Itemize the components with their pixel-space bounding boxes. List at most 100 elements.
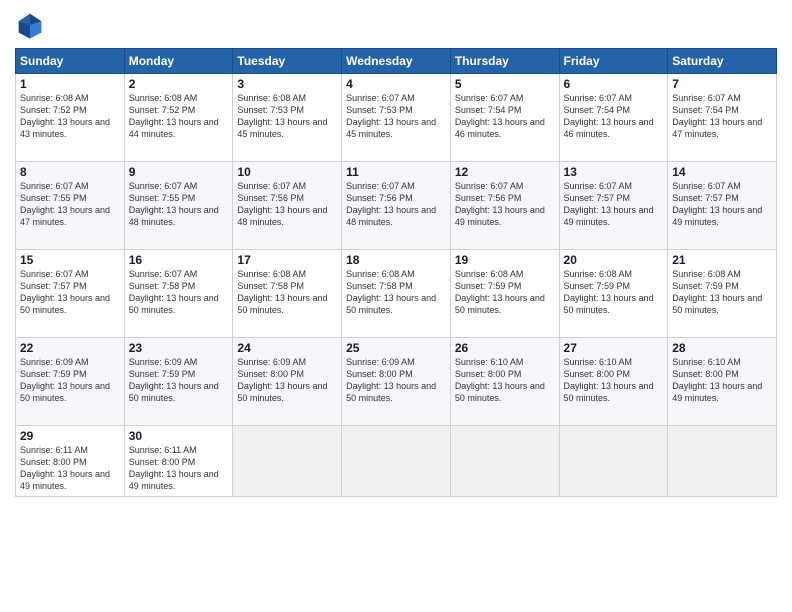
cell-info: Sunrise: 6:07 AMSunset: 7:56 PMDaylight:…: [455, 181, 545, 227]
cell-info: Sunrise: 6:09 AMSunset: 8:00 PMDaylight:…: [237, 357, 327, 403]
calendar-cell: 3 Sunrise: 6:08 AMSunset: 7:53 PMDayligh…: [233, 74, 342, 162]
weekday-header: Thursday: [450, 49, 559, 74]
calendar-cell: 16 Sunrise: 6:07 AMSunset: 7:58 PMDaylig…: [124, 250, 233, 338]
cell-info: Sunrise: 6:07 AMSunset: 7:56 PMDaylight:…: [346, 181, 436, 227]
calendar-cell: [668, 426, 777, 497]
day-number: 13: [564, 165, 664, 179]
calendar-week-row: 8 Sunrise: 6:07 AMSunset: 7:55 PMDayligh…: [16, 162, 777, 250]
day-number: 25: [346, 341, 446, 355]
calendar-cell: 13 Sunrise: 6:07 AMSunset: 7:57 PMDaylig…: [559, 162, 668, 250]
calendar-cell: 11 Sunrise: 6:07 AMSunset: 7:56 PMDaylig…: [342, 162, 451, 250]
calendar-cell: 14 Sunrise: 6:07 AMSunset: 7:57 PMDaylig…: [668, 162, 777, 250]
calendar-cell: 26 Sunrise: 6:10 AMSunset: 8:00 PMDaylig…: [450, 338, 559, 426]
calendar-table: SundayMondayTuesdayWednesdayThursdayFrid…: [15, 48, 777, 497]
day-number: 7: [672, 77, 772, 91]
cell-info: Sunrise: 6:07 AMSunset: 7:58 PMDaylight:…: [129, 269, 219, 315]
calendar-cell: 20 Sunrise: 6:08 AMSunset: 7:59 PMDaylig…: [559, 250, 668, 338]
day-number: 21: [672, 253, 772, 267]
day-number: 29: [20, 429, 120, 443]
cell-info: Sunrise: 6:07 AMSunset: 7:54 PMDaylight:…: [455, 93, 545, 139]
calendar-cell: 25 Sunrise: 6:09 AMSunset: 8:00 PMDaylig…: [342, 338, 451, 426]
cell-info: Sunrise: 6:08 AMSunset: 7:52 PMDaylight:…: [20, 93, 110, 139]
calendar-cell: 7 Sunrise: 6:07 AMSunset: 7:54 PMDayligh…: [668, 74, 777, 162]
day-number: 1: [20, 77, 120, 91]
calendar-cell: 27 Sunrise: 6:10 AMSunset: 8:00 PMDaylig…: [559, 338, 668, 426]
header: [15, 10, 777, 40]
day-number: 23: [129, 341, 229, 355]
cell-info: Sunrise: 6:09 AMSunset: 8:00 PMDaylight:…: [346, 357, 436, 403]
day-number: 5: [455, 77, 555, 91]
cell-info: Sunrise: 6:07 AMSunset: 7:57 PMDaylight:…: [564, 181, 654, 227]
cell-info: Sunrise: 6:08 AMSunset: 7:58 PMDaylight:…: [237, 269, 327, 315]
cell-info: Sunrise: 6:08 AMSunset: 7:59 PMDaylight:…: [564, 269, 654, 315]
page: SundayMondayTuesdayWednesdayThursdayFrid…: [0, 0, 792, 612]
day-number: 15: [20, 253, 120, 267]
logo: [15, 10, 49, 40]
day-number: 14: [672, 165, 772, 179]
calendar-cell: 19 Sunrise: 6:08 AMSunset: 7:59 PMDaylig…: [450, 250, 559, 338]
cell-info: Sunrise: 6:08 AMSunset: 7:58 PMDaylight:…: [346, 269, 436, 315]
cell-info: Sunrise: 6:07 AMSunset: 7:54 PMDaylight:…: [672, 93, 762, 139]
logo-icon: [15, 10, 45, 40]
cell-info: Sunrise: 6:07 AMSunset: 7:56 PMDaylight:…: [237, 181, 327, 227]
cell-info: Sunrise: 6:07 AMSunset: 7:55 PMDaylight:…: [20, 181, 110, 227]
day-number: 19: [455, 253, 555, 267]
cell-info: Sunrise: 6:08 AMSunset: 7:59 PMDaylight:…: [672, 269, 762, 315]
calendar-cell: [233, 426, 342, 497]
day-number: 24: [237, 341, 337, 355]
day-number: 18: [346, 253, 446, 267]
cell-info: Sunrise: 6:07 AMSunset: 7:53 PMDaylight:…: [346, 93, 436, 139]
calendar-cell: 17 Sunrise: 6:08 AMSunset: 7:58 PMDaylig…: [233, 250, 342, 338]
calendar-cell: 12 Sunrise: 6:07 AMSunset: 7:56 PMDaylig…: [450, 162, 559, 250]
weekday-header: Wednesday: [342, 49, 451, 74]
calendar-cell: 6 Sunrise: 6:07 AMSunset: 7:54 PMDayligh…: [559, 74, 668, 162]
weekday-header: Tuesday: [233, 49, 342, 74]
cell-info: Sunrise: 6:09 AMSunset: 7:59 PMDaylight:…: [20, 357, 110, 403]
calendar-cell: 21 Sunrise: 6:08 AMSunset: 7:59 PMDaylig…: [668, 250, 777, 338]
cell-info: Sunrise: 6:09 AMSunset: 7:59 PMDaylight:…: [129, 357, 219, 403]
day-number: 8: [20, 165, 120, 179]
day-number: 10: [237, 165, 337, 179]
calendar-cell: 30 Sunrise: 6:11 AMSunset: 8:00 PMDaylig…: [124, 426, 233, 497]
day-number: 4: [346, 77, 446, 91]
day-number: 16: [129, 253, 229, 267]
cell-info: Sunrise: 6:08 AMSunset: 7:59 PMDaylight:…: [455, 269, 545, 315]
calendar-cell: 22 Sunrise: 6:09 AMSunset: 7:59 PMDaylig…: [16, 338, 125, 426]
calendar-week-row: 29 Sunrise: 6:11 AMSunset: 8:00 PMDaylig…: [16, 426, 777, 497]
day-number: 12: [455, 165, 555, 179]
day-number: 22: [20, 341, 120, 355]
calendar-cell: 1 Sunrise: 6:08 AMSunset: 7:52 PMDayligh…: [16, 74, 125, 162]
weekday-header: Sunday: [16, 49, 125, 74]
calendar-cell: 10 Sunrise: 6:07 AMSunset: 7:56 PMDaylig…: [233, 162, 342, 250]
day-number: 20: [564, 253, 664, 267]
calendar-cell: 2 Sunrise: 6:08 AMSunset: 7:52 PMDayligh…: [124, 74, 233, 162]
calendar-cell: [559, 426, 668, 497]
day-number: 9: [129, 165, 229, 179]
calendar-header-row: SundayMondayTuesdayWednesdayThursdayFrid…: [16, 49, 777, 74]
day-number: 6: [564, 77, 664, 91]
calendar-cell: [342, 426, 451, 497]
cell-info: Sunrise: 6:10 AMSunset: 8:00 PMDaylight:…: [672, 357, 762, 403]
calendar-week-row: 1 Sunrise: 6:08 AMSunset: 7:52 PMDayligh…: [16, 74, 777, 162]
calendar-cell: 9 Sunrise: 6:07 AMSunset: 7:55 PMDayligh…: [124, 162, 233, 250]
calendar-week-row: 22 Sunrise: 6:09 AMSunset: 7:59 PMDaylig…: [16, 338, 777, 426]
weekday-header: Friday: [559, 49, 668, 74]
day-number: 27: [564, 341, 664, 355]
cell-info: Sunrise: 6:07 AMSunset: 7:55 PMDaylight:…: [129, 181, 219, 227]
day-number: 3: [237, 77, 337, 91]
calendar-cell: 15 Sunrise: 6:07 AMSunset: 7:57 PMDaylig…: [16, 250, 125, 338]
cell-info: Sunrise: 6:11 AMSunset: 8:00 PMDaylight:…: [20, 445, 110, 491]
calendar-cell: [450, 426, 559, 497]
calendar-cell: 4 Sunrise: 6:07 AMSunset: 7:53 PMDayligh…: [342, 74, 451, 162]
calendar-cell: 23 Sunrise: 6:09 AMSunset: 7:59 PMDaylig…: [124, 338, 233, 426]
weekday-header: Monday: [124, 49, 233, 74]
day-number: 11: [346, 165, 446, 179]
cell-info: Sunrise: 6:10 AMSunset: 8:00 PMDaylight:…: [564, 357, 654, 403]
weekday-header: Saturday: [668, 49, 777, 74]
calendar-cell: 29 Sunrise: 6:11 AMSunset: 8:00 PMDaylig…: [16, 426, 125, 497]
cell-info: Sunrise: 6:08 AMSunset: 7:53 PMDaylight:…: [237, 93, 327, 139]
calendar-cell: 8 Sunrise: 6:07 AMSunset: 7:55 PMDayligh…: [16, 162, 125, 250]
day-number: 26: [455, 341, 555, 355]
calendar-cell: 28 Sunrise: 6:10 AMSunset: 8:00 PMDaylig…: [668, 338, 777, 426]
day-number: 30: [129, 429, 229, 443]
